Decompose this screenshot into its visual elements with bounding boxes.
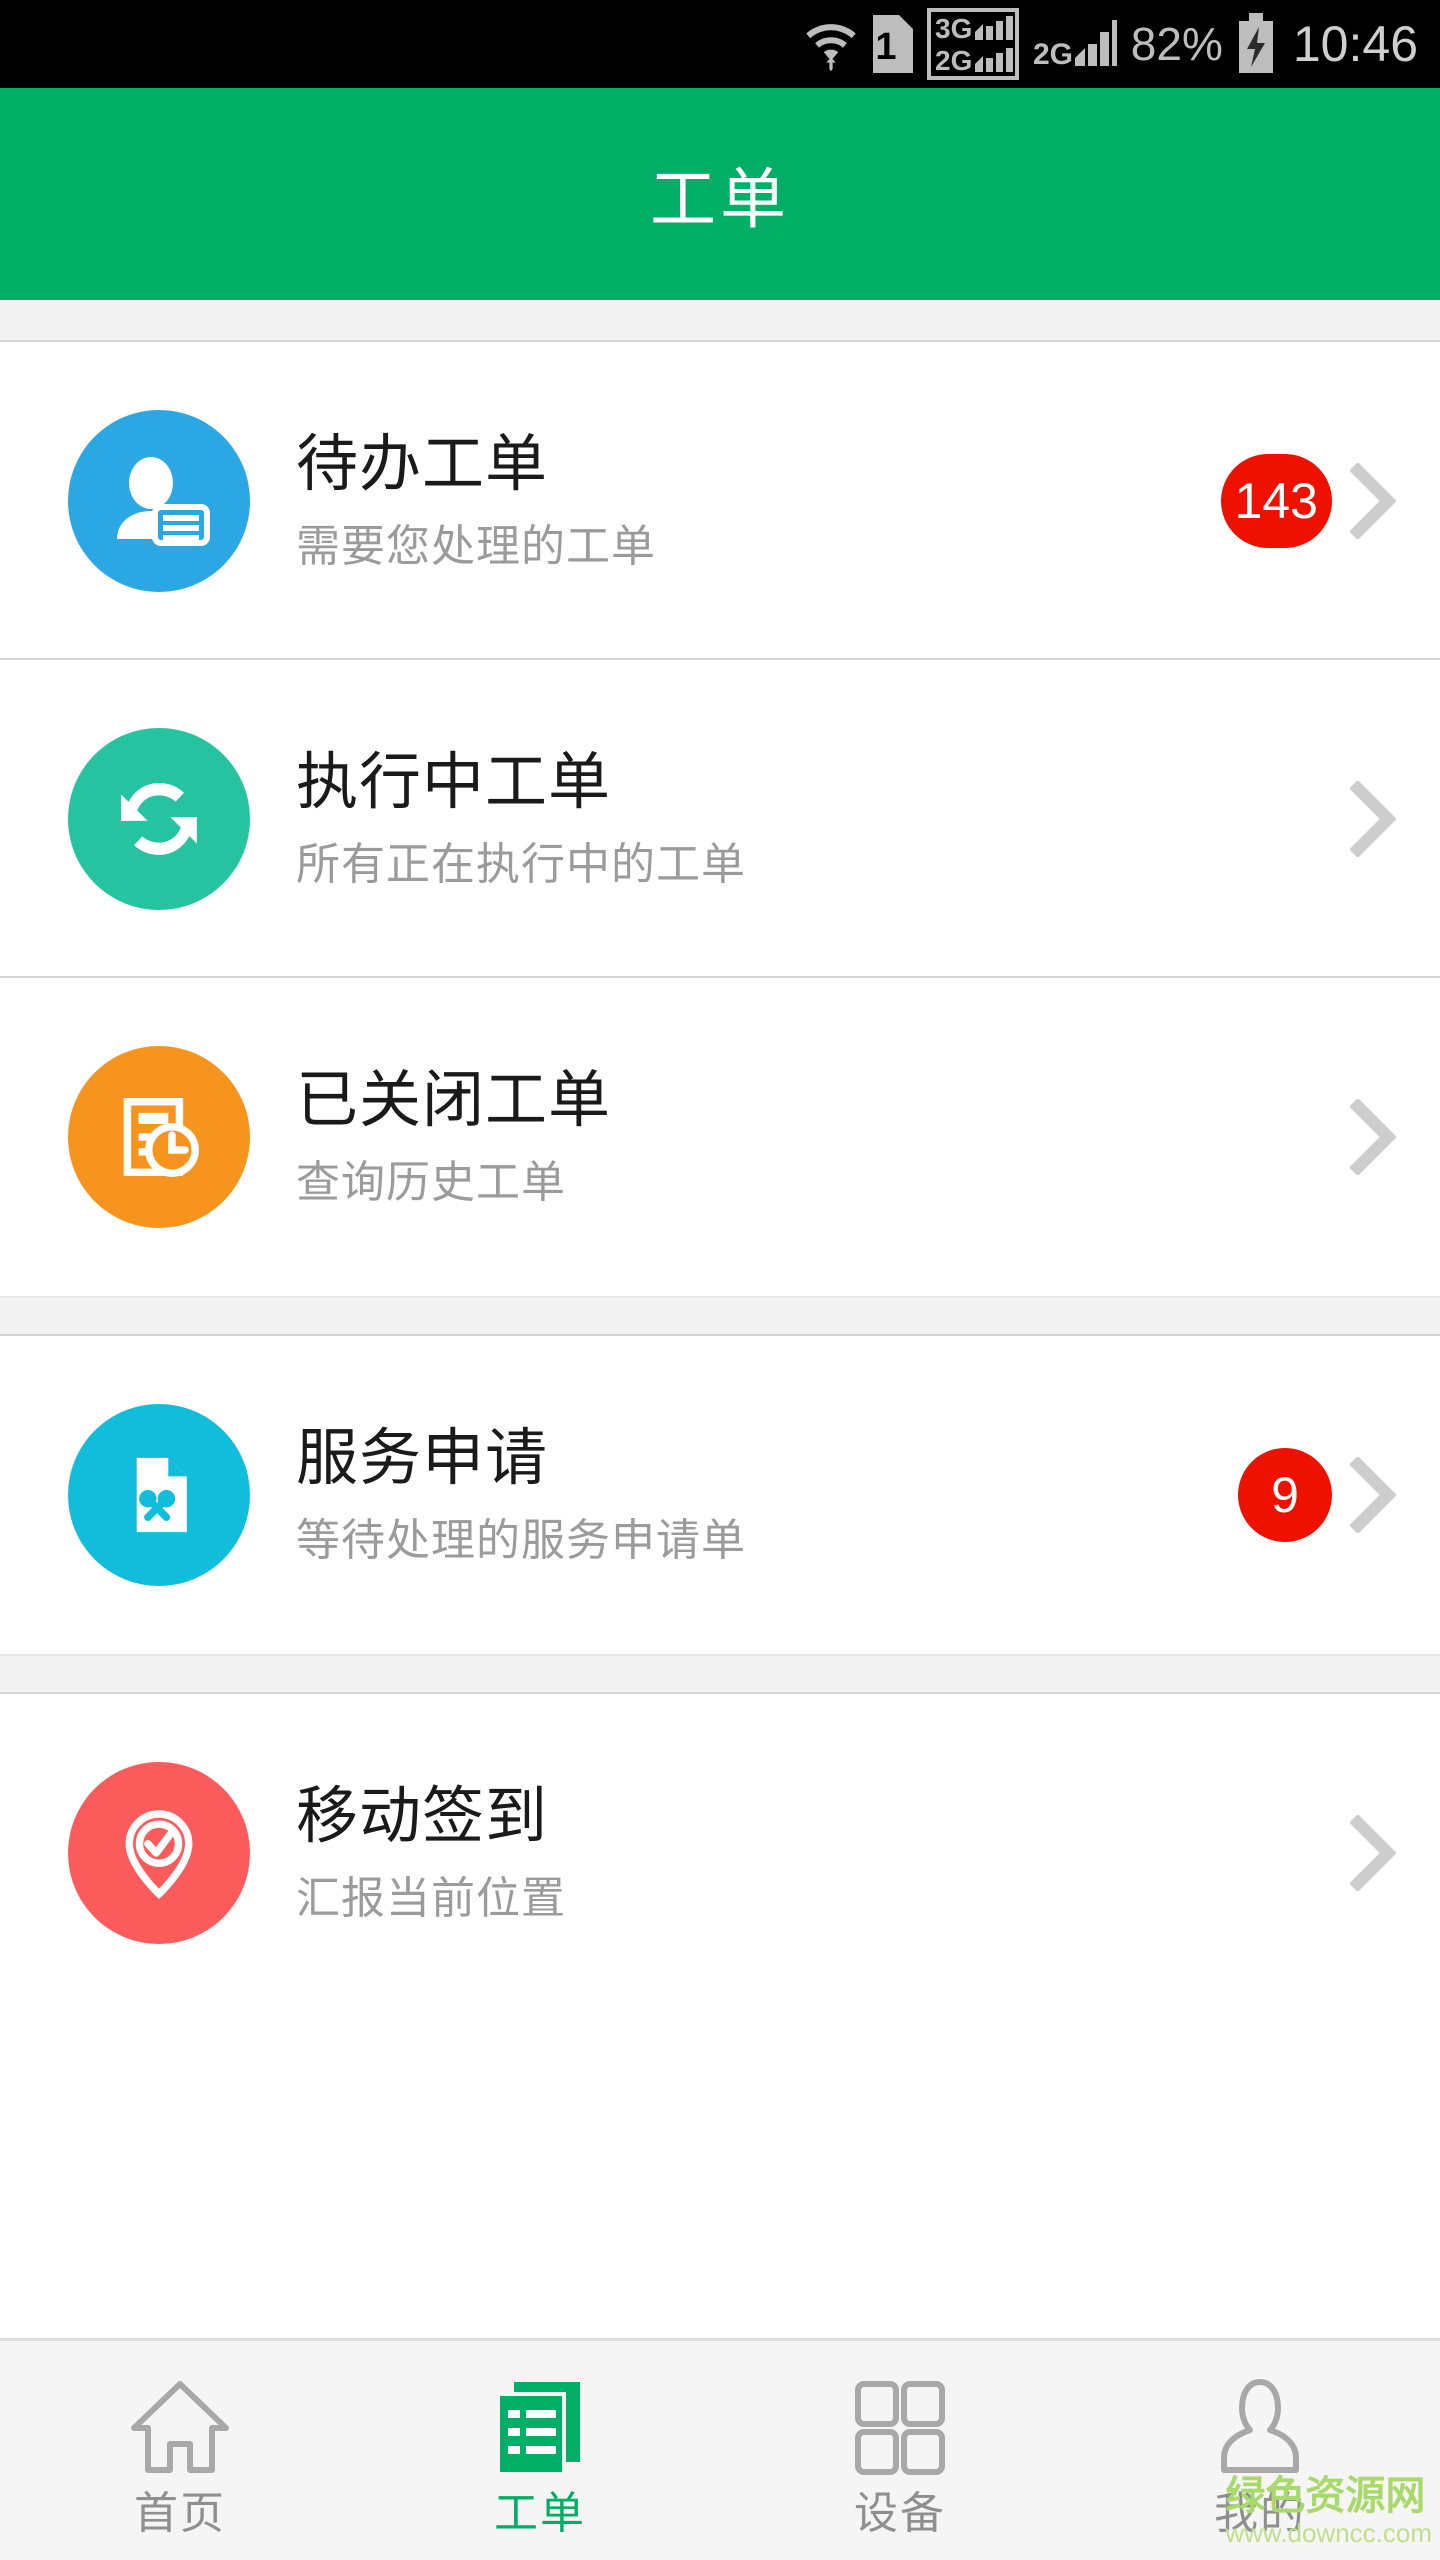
chevron-right-icon bbox=[1350, 1815, 1396, 1891]
list-item-title: 服务申请 bbox=[296, 1424, 549, 1494]
status-badge: 143 bbox=[1220, 454, 1332, 548]
battery-charging-icon bbox=[1237, 13, 1275, 75]
person-icon bbox=[1210, 2374, 1310, 2478]
tab-devices[interactable]: 设备 bbox=[720, 2341, 1080, 2560]
list-item-title: 已关闭工单 bbox=[296, 1066, 612, 1136]
page-title: 工单 bbox=[650, 162, 790, 236]
svg-text:2G: 2G bbox=[935, 45, 972, 76]
tab-label: 首页 bbox=[134, 2488, 226, 2538]
tab-label: 工单 bbox=[494, 2488, 586, 2538]
list-item-right bbox=[1350, 1099, 1396, 1175]
grid-squares-icon bbox=[850, 2374, 950, 2478]
chevron-right-icon bbox=[1350, 463, 1396, 539]
worksheet-icon bbox=[490, 2374, 590, 2478]
section-gap bbox=[0, 300, 1440, 342]
list-item-right: 143 bbox=[1220, 454, 1396, 548]
list-item-closed-orders[interactable]: 已关闭工单 查询历史工单 bbox=[0, 978, 1440, 1296]
network-signal-box-icon: 3G 2G bbox=[926, 8, 1019, 80]
tab-label: 设备 bbox=[854, 2488, 946, 2538]
list-item-mobile-checkin[interactable]: 移动签到 汇报当前位置 bbox=[0, 1694, 1440, 2012]
svg-text:1: 1 bbox=[875, 26, 896, 68]
status-bar: 1 3G 2G 2G 82% 10:46 bbox=[0, 0, 1440, 88]
list-item-right bbox=[1350, 1815, 1396, 1891]
person-ticket-icon bbox=[68, 410, 250, 592]
section-gap bbox=[0, 1654, 1440, 1694]
tab-label: 我的 bbox=[1214, 2488, 1306, 2538]
home-icon bbox=[128, 2374, 232, 2478]
list-item-title: 待办工单 bbox=[296, 430, 549, 500]
battery-percent-label: 82% bbox=[1130, 18, 1223, 70]
list-item-service-request[interactable]: 服务申请 等待处理的服务申请单 9 bbox=[0, 1336, 1440, 1654]
list-item-text: 已关闭工单 查询历史工单 bbox=[296, 1065, 1350, 1209]
svg-text:2G: 2G bbox=[1033, 38, 1073, 71]
list-item-text: 执行中工单 所有正在执行中的工单 bbox=[296, 747, 1350, 891]
sim-card-icon: 1 bbox=[872, 15, 913, 73]
location-check-icon bbox=[68, 1762, 250, 1944]
list-item-text: 移动签到 汇报当前位置 bbox=[296, 1781, 1350, 1925]
chevron-right-icon bbox=[1350, 1099, 1396, 1175]
section-gap bbox=[0, 1296, 1440, 1336]
status-bar-clock: 10:46 bbox=[1292, 16, 1418, 72]
tab-home[interactable]: 首页 bbox=[0, 2341, 360, 2560]
bottom-tab-bar: 首页 工单 设备 我的 bbox=[0, 2338, 1440, 2560]
list-item-text: 服务申请 等待处理的服务申请单 bbox=[296, 1423, 1238, 1567]
list-item-subtitle: 所有正在执行中的工单 bbox=[296, 840, 746, 889]
document-clock-icon bbox=[68, 1046, 250, 1228]
list-item-right: 9 bbox=[1238, 1448, 1396, 1542]
status-badge: 9 bbox=[1238, 1448, 1332, 1542]
document-tools-icon bbox=[68, 1404, 250, 1586]
chevron-right-icon bbox=[1350, 1457, 1396, 1533]
tab-profile[interactable]: 我的 bbox=[1080, 2341, 1440, 2560]
menu-list: 待办工单 需要您处理的工单 143 执行中工单 所有正在执行中的工单 已关闭工单… bbox=[0, 300, 1440, 2012]
list-item-title: 执行中工单 bbox=[296, 748, 612, 818]
refresh-sync-icon bbox=[68, 728, 250, 910]
list-item-in-progress-orders[interactable]: 执行中工单 所有正在执行中的工单 bbox=[0, 660, 1440, 978]
svg-text:3G: 3G bbox=[935, 13, 972, 44]
tab-worksheet[interactable]: 工单 bbox=[360, 2341, 720, 2560]
list-item-subtitle: 汇报当前位置 bbox=[296, 1874, 566, 1923]
app-bar: 工单 bbox=[0, 88, 1440, 300]
list-item-subtitle: 查询历史工单 bbox=[296, 1158, 566, 1207]
list-item-right bbox=[1350, 781, 1396, 857]
list-item-subtitle: 需要您处理的工单 bbox=[296, 522, 656, 571]
list-item-title: 移动签到 bbox=[296, 1782, 549, 1852]
network-signal-secondary-icon: 2G bbox=[1033, 14, 1117, 74]
list-item-subtitle: 等待处理的服务申请单 bbox=[296, 1516, 746, 1565]
list-item-pending-orders[interactable]: 待办工单 需要您处理的工单 143 bbox=[0, 342, 1440, 660]
list-item-text: 待办工单 需要您处理的工单 bbox=[296, 429, 1221, 573]
chevron-right-icon bbox=[1350, 781, 1396, 857]
wifi-icon bbox=[803, 16, 859, 72]
